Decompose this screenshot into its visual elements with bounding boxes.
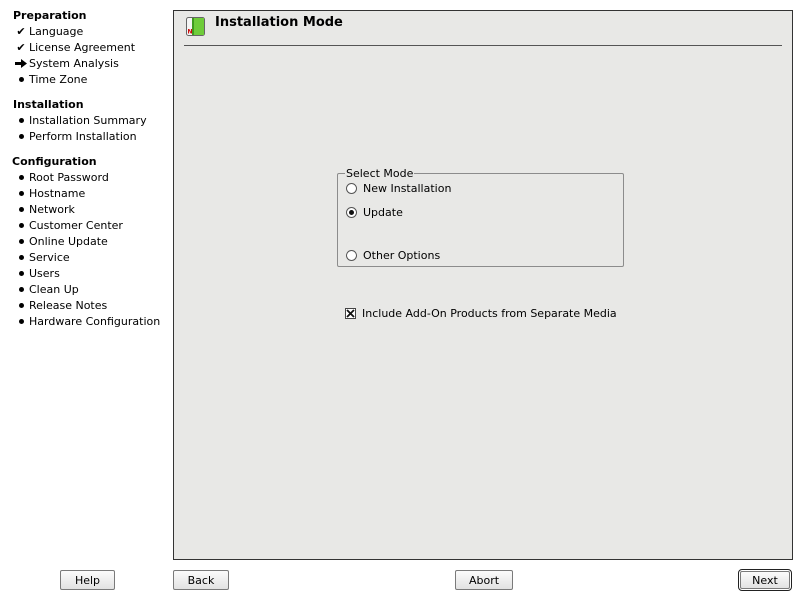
step-label: Clean Up — [29, 282, 79, 296]
step-label: Customer Center — [29, 218, 123, 232]
bullet-icon — [15, 302, 27, 308]
step-system-analysis: System Analysis — [15, 55, 119, 71]
step-online-update: Online Update — [15, 233, 108, 249]
radio-label: Other Options — [363, 248, 441, 262]
bullet-icon — [15, 238, 27, 244]
step-label: Perform Installation — [29, 129, 137, 143]
radio-new-installation[interactable]: New Installation — [346, 180, 451, 196]
bullet-icon — [15, 174, 27, 180]
bullet-icon — [15, 117, 27, 123]
svg-text:N: N — [188, 29, 193, 36]
arrow-right-icon — [15, 58, 27, 69]
radio-update[interactable]: Update — [346, 204, 403, 220]
title-divider — [184, 45, 782, 46]
step-label: Hardware Configuration — [29, 314, 161, 328]
checkbox-label: Include Add-On Products from Separate Me… — [362, 306, 617, 320]
step-perform-installation: Perform Installation — [15, 128, 137, 144]
select-mode-title: Select Mode — [345, 167, 415, 180]
step-hostname: Hostname — [15, 185, 85, 201]
help-button[interactable]: Help — [60, 570, 115, 590]
step-network: Network — [15, 201, 75, 217]
step-label: System Analysis — [29, 56, 119, 70]
step-license-agreement: ✔ License Agreement — [15, 39, 135, 55]
checkbox-checked-icon[interactable] — [345, 307, 356, 319]
next-button[interactable]: Next — [738, 569, 792, 591]
step-label: License Agreement — [29, 40, 136, 54]
page-title: Installation Mode — [215, 15, 343, 30]
step-label: Language — [29, 24, 84, 38]
radio-button-selected-icon[interactable] — [346, 206, 357, 218]
installation-logo-icon: N — [186, 16, 206, 36]
step-release-notes: Release Notes — [15, 297, 107, 313]
select-mode-group: Select Mode New Installation Update Othe… — [337, 167, 624, 267]
step-language: ✔ Language — [15, 23, 83, 39]
step-label: Network — [29, 202, 75, 216]
bullet-icon — [15, 270, 27, 276]
step-installation-summary: Installation Summary — [15, 112, 147, 128]
bullet-icon — [15, 254, 27, 260]
step-root-password: Root Password — [15, 169, 109, 185]
bullet-icon — [15, 286, 27, 292]
bullet-icon — [15, 318, 27, 324]
step-service: Service — [15, 249, 70, 265]
section-title-configuration: Configuration — [12, 155, 97, 168]
radio-other-options[interactable]: Other Options — [346, 247, 440, 263]
step-label: Installation Summary — [29, 113, 147, 127]
bullet-icon — [15, 190, 27, 196]
step-label: Online Update — [29, 234, 108, 248]
radio-button-icon[interactable] — [346, 249, 357, 261]
step-customer-center: Customer Center — [15, 217, 123, 233]
step-label: Service — [29, 250, 70, 264]
bullet-icon — [15, 133, 27, 139]
radio-label: New Installation — [363, 181, 452, 195]
step-label: Hostname — [29, 186, 86, 200]
addon-products-checkbox-row[interactable]: Include Add-On Products from Separate Me… — [345, 305, 617, 321]
step-label: Users — [29, 266, 60, 280]
back-button[interactable]: Back — [173, 570, 229, 590]
section-title-installation: Installation — [13, 98, 84, 111]
radio-label: Update — [363, 205, 403, 219]
bullet-icon — [15, 76, 27, 82]
step-label: Release Notes — [29, 298, 108, 312]
steps-sidebar: Preparation ✔ Language ✔ License Agreeme… — [0, 0, 172, 560]
step-hardware-configuration: Hardware Configuration — [15, 313, 160, 329]
abort-button[interactable]: Abort — [455, 570, 513, 590]
step-label: Time Zone — [29, 72, 88, 86]
radio-button-icon[interactable] — [346, 182, 357, 194]
bullet-icon — [15, 222, 27, 228]
main-panel: N Installation Mode Select Mode New Inst… — [173, 10, 793, 560]
bullet-icon — [15, 206, 27, 212]
step-time-zone: Time Zone — [15, 71, 87, 87]
checkmark-icon: ✔ — [16, 24, 26, 38]
step-label: Root Password — [29, 170, 109, 184]
step-users: Users — [15, 265, 60, 281]
section-title-preparation: Preparation — [13, 9, 87, 22]
step-clean-up: Clean Up — [15, 281, 79, 297]
checkmark-icon: ✔ — [16, 40, 26, 54]
